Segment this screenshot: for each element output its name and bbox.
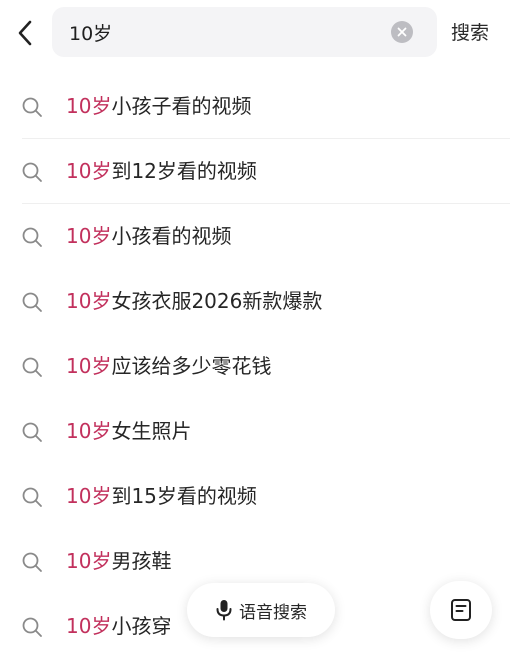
suggestion-rest: 小孩子看的视频	[111, 94, 252, 118]
suggestion-rest: 应该给多少零花钱	[111, 354, 272, 378]
suggestion-item[interactable]: 10岁女生照片	[0, 399, 510, 464]
suggestion-text: 10岁到15岁看的视频	[66, 464, 257, 529]
suggestion-highlight: 10岁	[66, 224, 112, 248]
back-button[interactable]	[8, 14, 42, 52]
suggestion-text: 10岁小孩子看的视频	[66, 74, 251, 139]
suggestion-text: 10岁到12岁看的视频	[66, 139, 257, 204]
search-icon	[22, 162, 42, 182]
close-icon	[397, 27, 407, 37]
suggestion-rest: 小孩穿	[111, 614, 172, 638]
search-icon	[22, 617, 42, 637]
suggestion-list: 10岁小孩子看的视频 10岁到12岁看的视频 10岁小孩看的视频 10岁女孩衣服202…	[0, 74, 510, 652]
suggestion-rest: 女生照片	[111, 419, 192, 443]
suggestion-highlight: 10岁	[66, 159, 112, 183]
suggestion-highlight: 10岁	[66, 354, 112, 378]
search-submit-button[interactable]: 搜索	[451, 18, 501, 48]
suggestion-highlight: 10岁	[66, 94, 112, 118]
suggestion-rest: 小孩看的视频	[111, 224, 232, 248]
search-icon	[22, 487, 42, 507]
suggestion-text: 10岁女孩衣服2026新款爆款	[66, 269, 322, 334]
search-icon	[22, 227, 42, 247]
suggestion-highlight: 10岁	[66, 289, 112, 313]
chevron-left-icon	[18, 20, 32, 46]
search-icon	[22, 422, 42, 442]
suggestion-rest: 男孩鞋	[111, 549, 172, 573]
voice-search-button[interactable]: 语音搜索	[187, 583, 335, 637]
suggestion-text: 10岁女生照片	[66, 399, 191, 464]
microphone-icon	[216, 600, 232, 621]
suggestion-text: 10岁小孩穿	[66, 594, 171, 652]
search-suggestion-page: 搜索 10岁小孩子看的视频10岁到12岁看的视频10岁小孩看的视频10岁女孩衣服…	[0, 0, 510, 652]
suggestion-rest: 到15岁看的视频	[111, 484, 257, 508]
search-icon	[22, 97, 42, 117]
search-box[interactable]	[52, 7, 437, 57]
suggestion-item[interactable]: 10岁小孩子看的视频	[0, 74, 510, 139]
search-input[interactable]	[69, 7, 369, 57]
clear-button[interactable]	[391, 21, 413, 43]
note-button[interactable]	[430, 581, 492, 639]
suggestion-highlight: 10岁	[66, 419, 112, 443]
search-icon	[22, 357, 42, 377]
suggestion-item[interactable]: 10岁小孩看的视频	[0, 204, 510, 269]
suggestion-text: 10岁应该给多少零花钱	[66, 334, 271, 399]
search-header: 搜索	[0, 0, 510, 66]
suggestion-item[interactable]: 10岁女孩衣服2026新款爆款	[0, 269, 510, 334]
suggestion-highlight: 10岁	[66, 614, 112, 638]
suggestion-highlight: 10岁	[66, 484, 112, 508]
note-icon	[451, 599, 471, 621]
suggestion-highlight: 10岁	[66, 549, 112, 573]
search-icon	[22, 552, 42, 572]
suggestion-item[interactable]: 10岁应该给多少零花钱	[0, 334, 510, 399]
suggestion-text: 10岁小孩看的视频	[66, 204, 231, 269]
suggestion-text: 10岁男孩鞋	[66, 529, 171, 594]
voice-search-label: 语音搜索	[239, 602, 307, 623]
search-icon	[22, 292, 42, 312]
suggestion-rest: 到12岁看的视频	[111, 159, 257, 183]
suggestion-item[interactable]: 10岁到15岁看的视频	[0, 464, 510, 529]
suggestion-rest: 女孩衣服2026新款爆款	[111, 289, 323, 313]
suggestion-item[interactable]: 10岁到12岁看的视频	[0, 139, 510, 204]
